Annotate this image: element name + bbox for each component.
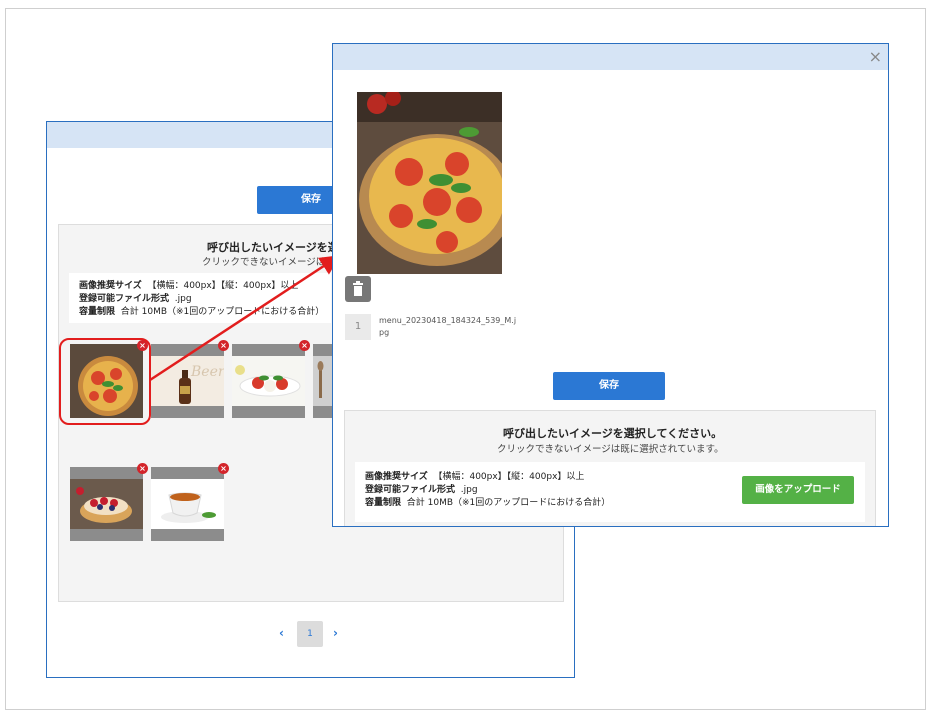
front-image-dialog: × 1 menu_20230418_184324_539_M.jpg 保存 呼び…	[332, 43, 889, 527]
save-button[interactable]: 保存	[553, 372, 665, 400]
trash-icon	[353, 281, 363, 296]
upload-info-box: 画像推奨サイズ 【横幅：400px】【縦：400px】以上 登録可能ファイル形式…	[355, 462, 865, 522]
upload-image-button[interactable]: 画像をアップロード	[742, 476, 854, 504]
delete-image-button[interactable]	[345, 276, 371, 302]
selected-image-preview	[357, 92, 502, 274]
image-select-panel: 呼び出したいイメージを選択してください。 クリックできないイメージは既に選択され…	[344, 410, 876, 526]
panel-subtitle: クリックできないイメージは既に選択されています。	[497, 444, 724, 455]
file-name: menu_20230418_184324_539_M.jpg	[379, 316, 517, 337]
panel-title: 呼び出したいイメージを選択してください。	[503, 427, 723, 440]
file-index: 1	[345, 314, 371, 340]
dialog-header: ×	[333, 44, 888, 70]
close-icon[interactable]: ×	[869, 47, 882, 66]
